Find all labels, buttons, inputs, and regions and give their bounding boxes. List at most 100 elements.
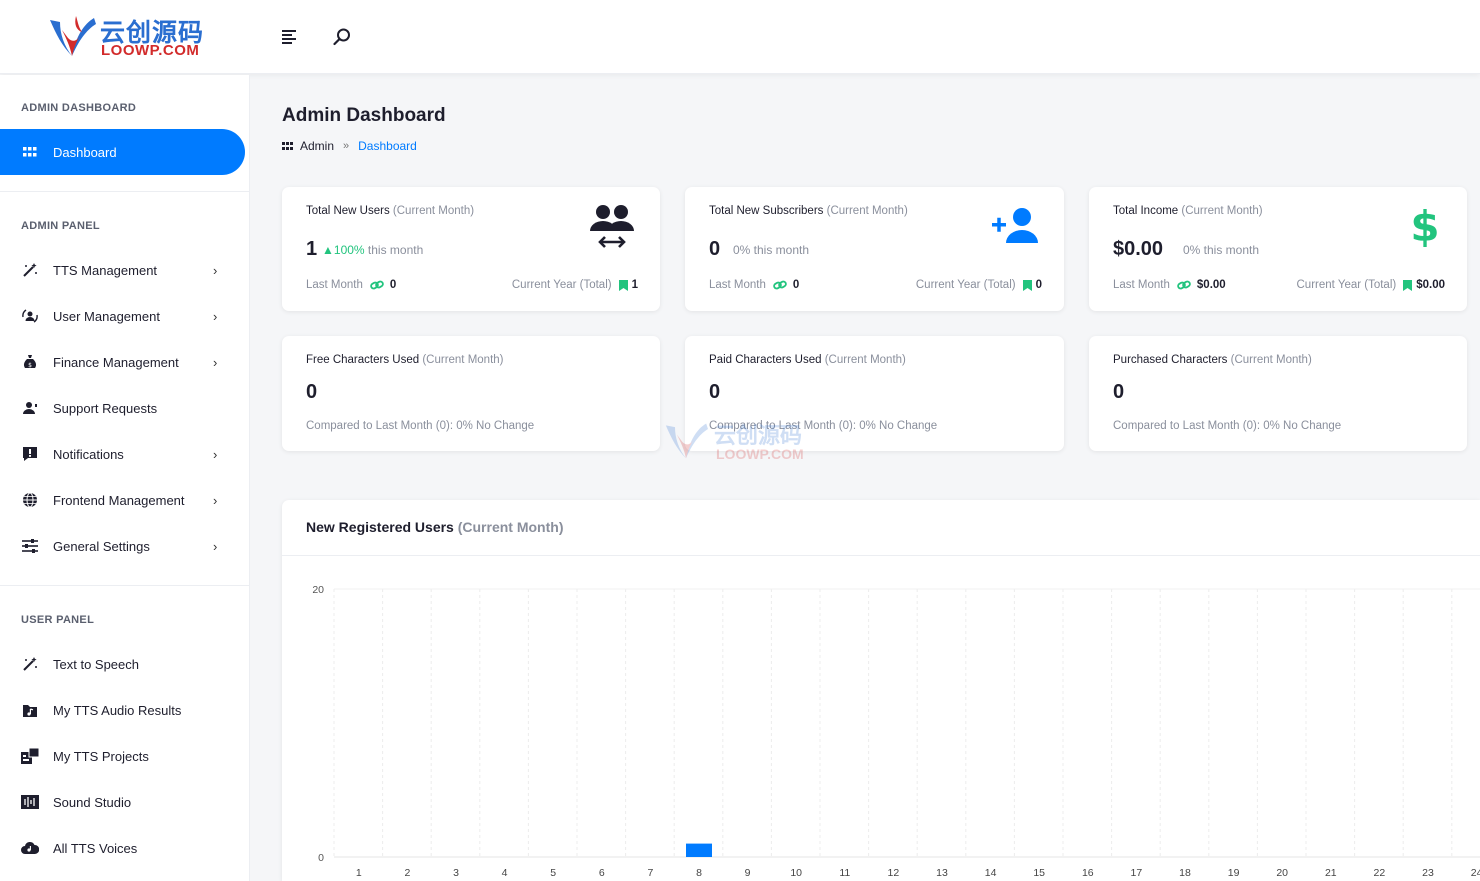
chevron-right-icon: › [213, 492, 218, 508]
change-percent: 100% [333, 243, 365, 257]
breadcrumb: Admin » Dashboard [282, 139, 417, 153]
sidebar-item-label: General Settings [53, 538, 150, 554]
x-tick-label: 22 [1374, 867, 1386, 879]
sidebar-item-label: TTS Management [53, 262, 158, 278]
money-bag-icon: $ [21, 353, 39, 371]
svg-text:$: $ [1413, 205, 1437, 247]
sidebar-item-user-management[interactable]: User Management › [0, 293, 245, 339]
last-month-value: 0 [792, 279, 800, 291]
sidebar-item-label: Finance Management [53, 354, 179, 370]
sidebar-item-finance-management[interactable]: $ Finance Management › [0, 339, 245, 385]
card-change: 0% this month [1183, 243, 1259, 257]
card-title-main: Total New Users [306, 205, 390, 217]
sidebar-item-label: My TTS Audio Results [53, 702, 182, 718]
last-month-value: 0 [389, 279, 397, 291]
sidebar-item-label: All TTS Voices [53, 840, 138, 856]
x-tick-label: 11 [839, 867, 850, 879]
x-tick-label: 12 [888, 867, 900, 879]
card-title-main: Total Income [1113, 205, 1179, 217]
sidebar-item-support-requests[interactable]: Support Requests [0, 385, 245, 431]
link-icon [1177, 280, 1191, 290]
stat-card-new-subscribers: Total New Subscribers (Current Month) 0 … [685, 187, 1064, 311]
sidebar-item-my-tts-projects[interactable]: My TTS Projects [0, 733, 245, 779]
link-icon [370, 280, 384, 290]
brand-logo[interactable]: 云创源码 LOOWP.COM [46, 12, 206, 60]
stat-card-total-income: Total Income (Current Month) $0.00 0% th… [1089, 187, 1467, 311]
card-title-suffix: (Current Month) [826, 205, 908, 217]
last-month-label: Last Month [1113, 279, 1170, 291]
breadcrumb-home-link[interactable]: Admin [300, 139, 334, 153]
card-value: 0 [709, 381, 721, 403]
stat-card-new-users: Total New Users (Current Month) 1 ▲100% … [282, 187, 660, 311]
chevron-right-icon: › [213, 308, 218, 324]
studio-icon [21, 793, 39, 811]
card-compare: Compared to Last Month (0): 0% No Change [1113, 420, 1342, 432]
chart-title: New Registered Users (Current Month) [306, 519, 564, 535]
globe-icon [21, 491, 39, 509]
x-tick-label: 7 [647, 867, 653, 879]
user-sync-icon [21, 307, 39, 325]
bar [686, 843, 712, 857]
top-bar: 云创源码 LOOWP.COM [0, 0, 1480, 74]
section-admin-panel: ADMIN PANEL [21, 220, 100, 232]
grid-icon [282, 139, 293, 153]
card-title-main: Free Characters Used [306, 354, 420, 366]
alert-message-icon [21, 445, 39, 463]
users-transfer-icon [588, 203, 636, 256]
x-tick-label: 3 [453, 867, 459, 879]
chevron-right-icon: › [213, 538, 218, 554]
menu-toggle-icon[interactable] [279, 26, 301, 48]
sidebar-item-my-tts-audio-results[interactable]: My TTS Audio Results [0, 687, 245, 733]
card-title: Free Characters Used (Current Month) [306, 354, 504, 366]
current-year: Current Year (Total) 1 [512, 279, 638, 291]
search-icon[interactable] [331, 26, 353, 48]
sliders-icon [21, 537, 39, 555]
chars-card-purchased: Purchased Characters (Current Month) 0 C… [1089, 336, 1467, 451]
bookmark-icon [1022, 279, 1032, 291]
sidebar-item-sound-studio[interactable]: Sound Studio [0, 779, 245, 825]
sidebar-item-notifications[interactable]: Notifications › [0, 431, 245, 477]
card-title: Total Income (Current Month) [1113, 205, 1263, 217]
sidebar-item-all-tts-voices[interactable]: All TTS Voices [0, 825, 245, 871]
svg-text:$: $ [28, 362, 32, 369]
logo-mark-icon [50, 16, 96, 56]
breadcrumb-current[interactable]: Dashboard [358, 139, 417, 153]
card-value: 1 [306, 238, 318, 260]
card-title-main: Purchased Characters [1113, 354, 1228, 366]
magic-wand-icon [21, 655, 39, 673]
change-suffix: this month [1200, 243, 1260, 257]
year-label: Current Year (Total) [915, 279, 1016, 291]
section-admin-dashboard: ADMIN DASHBOARD [21, 102, 137, 114]
year-value: 1 [631, 279, 638, 291]
sidebar-item-text-to-speech[interactable]: Text to Speech [0, 641, 245, 687]
sidebar-item-frontend-management[interactable]: Frontend Management › [0, 477, 245, 523]
last-month-value: $0.00 [1196, 279, 1226, 291]
chart-card-new-registered-users: New Registered Users (Current Month) 0 20… [282, 500, 1480, 881]
card-title: Purchased Characters (Current Month) [1113, 354, 1312, 366]
sidebar-item-label: Support Requests [53, 400, 158, 416]
bar-chart[interactable]: 0201 2 3 4 5 6 7 8 9 10 11 12 13 14 15 16 17 18 19 20 21 22 23… [282, 556, 1480, 881]
chart-title-main: New Registered Users [306, 519, 454, 535]
x-tick-label: 19 [1228, 867, 1240, 879]
x-tick-label: 16 [1082, 867, 1094, 879]
chars-card-free: Free Characters Used (Current Month) 0 C… [282, 336, 660, 451]
last-month-label: Last Month [306, 279, 363, 291]
sidebar-item-tts-management[interactable]: TTS Management › [0, 247, 245, 293]
x-tick-label: 14 [985, 867, 997, 879]
card-title-main: Total New Subscribers [709, 205, 824, 217]
double-chevron-right-icon: » [343, 140, 350, 152]
card-title-suffix: (Current Month) [392, 205, 475, 217]
page-title: Admin Dashboard [282, 105, 446, 126]
x-tick-label: 24 [1471, 867, 1480, 879]
sidebar-item-dashboard[interactable]: Dashboard [0, 129, 245, 175]
divider [0, 585, 249, 586]
magic-wand-icon [21, 261, 39, 279]
last-month-label: Last Month [709, 279, 766, 291]
sidebar-item-general-settings[interactable]: General Settings › [0, 523, 245, 569]
card-title-suffix: (Current Month) [824, 354, 906, 366]
sidebar-item-label: Sound Studio [53, 794, 132, 810]
sidebar-item-label: Text to Speech [53, 656, 139, 672]
card-title: Total New Users (Current Month) [306, 205, 474, 217]
sidebar: ADMIN DASHBOARD Dashboard ADMIN PANEL TT… [0, 75, 250, 881]
x-tick-label: 23 [1422, 867, 1434, 879]
